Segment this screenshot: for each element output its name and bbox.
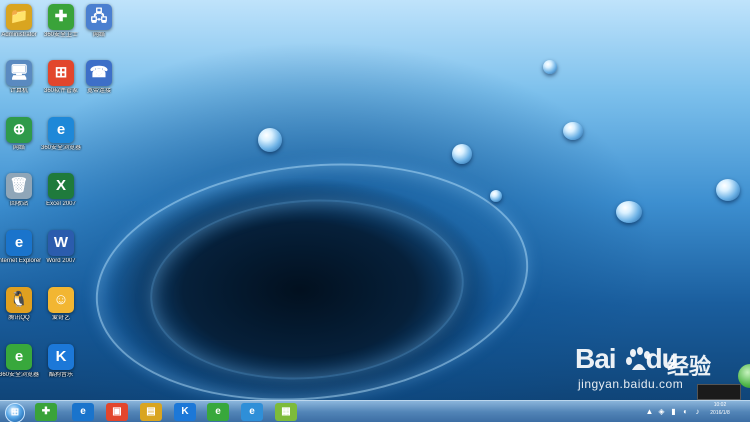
desktop-icon[interactable]: K 酷狗音乐 <box>37 344 85 379</box>
system-tray: ▲ ◈ ▮ ◐ ♪ <box>645 403 702 419</box>
desktop-icon-label: 网络 <box>92 32 105 38</box>
desktop-icon-label: 360安全浏览器 <box>40 145 81 151</box>
watermark-url: jingyan.baidu.com <box>578 377 684 391</box>
taskbar-clock[interactable]: 10:02 2016/1/8 <box>700 401 740 417</box>
water-droplet <box>490 190 502 202</box>
explorer-folder-icon[interactable]: ▤ <box>140 403 162 421</box>
360-browser-icon[interactable]: e <box>207 403 229 421</box>
water-droplet <box>452 144 472 164</box>
app-icon: W <box>48 230 74 256</box>
desktop-icon[interactable]: X Excel 2007 <box>37 173 85 208</box>
desktop-icon[interactable]: 🖧 网络 <box>75 4 123 39</box>
desktop-icon[interactable]: ☎ 宽带连接 <box>75 60 123 95</box>
app-icon: e <box>6 230 32 256</box>
kugou-icon[interactable]: K <box>174 403 196 421</box>
app-icon: 🖧 <box>86 4 112 30</box>
water-droplet <box>716 179 740 201</box>
app-icon: 🖥 <box>6 60 32 86</box>
tray-icon[interactable]: ▲ <box>645 407 654 416</box>
clock-date: 2016/1/8 <box>710 410 730 416</box>
office-icon[interactable]: ▣ <box>106 403 128 421</box>
360-safe-icon[interactable]: ✚ <box>35 403 57 421</box>
water-droplet <box>563 122 583 140</box>
app-icon: X <box>48 173 74 199</box>
app-icon: ✚ <box>48 4 74 30</box>
app-icon: ☎ <box>86 60 112 86</box>
app-icon: ☺ <box>48 287 74 313</box>
desktop-icon[interactable]: ☺ 爱奇艺 <box>37 287 85 322</box>
app-icon: 🐧 <box>6 287 32 313</box>
desktop-icon-label: 宽带连接 <box>86 88 111 94</box>
baidu-paw-icon <box>626 347 650 370</box>
clock-time: 10:02 <box>713 402 727 408</box>
app-icon: 🗑 <box>6 173 32 199</box>
desktop-icon[interactable]: W Word 2007 <box>37 230 85 265</box>
water-droplet <box>616 201 642 223</box>
start-button[interactable]: ⊞ <box>5 403 25 422</box>
tray-icon[interactable]: ▮ <box>669 407 678 416</box>
picture-icon[interactable]: ▦ <box>275 403 297 421</box>
watermark-brand-prefix: Bai <box>575 343 617 374</box>
app-icon: e <box>6 344 32 370</box>
water-droplet <box>543 60 557 74</box>
app-icon: ⊕ <box>6 117 32 143</box>
app-icon: e <box>48 117 74 143</box>
tray-notification-popup[interactable] <box>697 384 741 400</box>
desktop[interactable]: 📁 Administrator ✚ 360安全卫士 🖧 网络 🖥 计算机 ⊞ 360软件管家 ☎ 宽带… <box>0 0 750 422</box>
tray-icon[interactable]: ◈ <box>657 407 666 416</box>
app-icon: K <box>48 344 74 370</box>
ie-icon[interactable]: e <box>72 403 94 421</box>
windows-logo-icon: ⊞ <box>10 407 20 418</box>
app-icon: ⊞ <box>48 60 74 86</box>
ie-alt-icon[interactable]: e <box>241 403 263 421</box>
desktop-icon-label: 酷狗音乐 <box>48 372 73 378</box>
desktop-icon-label: Excel 2007 <box>46 201 76 207</box>
tray-icon[interactable]: ◐ <box>681 407 690 416</box>
desktop-icon-label: Word 2007 <box>46 258 76 264</box>
taskbar: ⊞ ✚ e ▣ ▤ Ke e ▦ <box>0 400 750 422</box>
desktop-icon-label: 爱奇艺 <box>51 315 70 321</box>
app-icon: 📁 <box>6 4 32 30</box>
desktop-icon[interactable]: e 360安全浏览器 <box>37 117 85 152</box>
water-droplet <box>258 128 282 152</box>
